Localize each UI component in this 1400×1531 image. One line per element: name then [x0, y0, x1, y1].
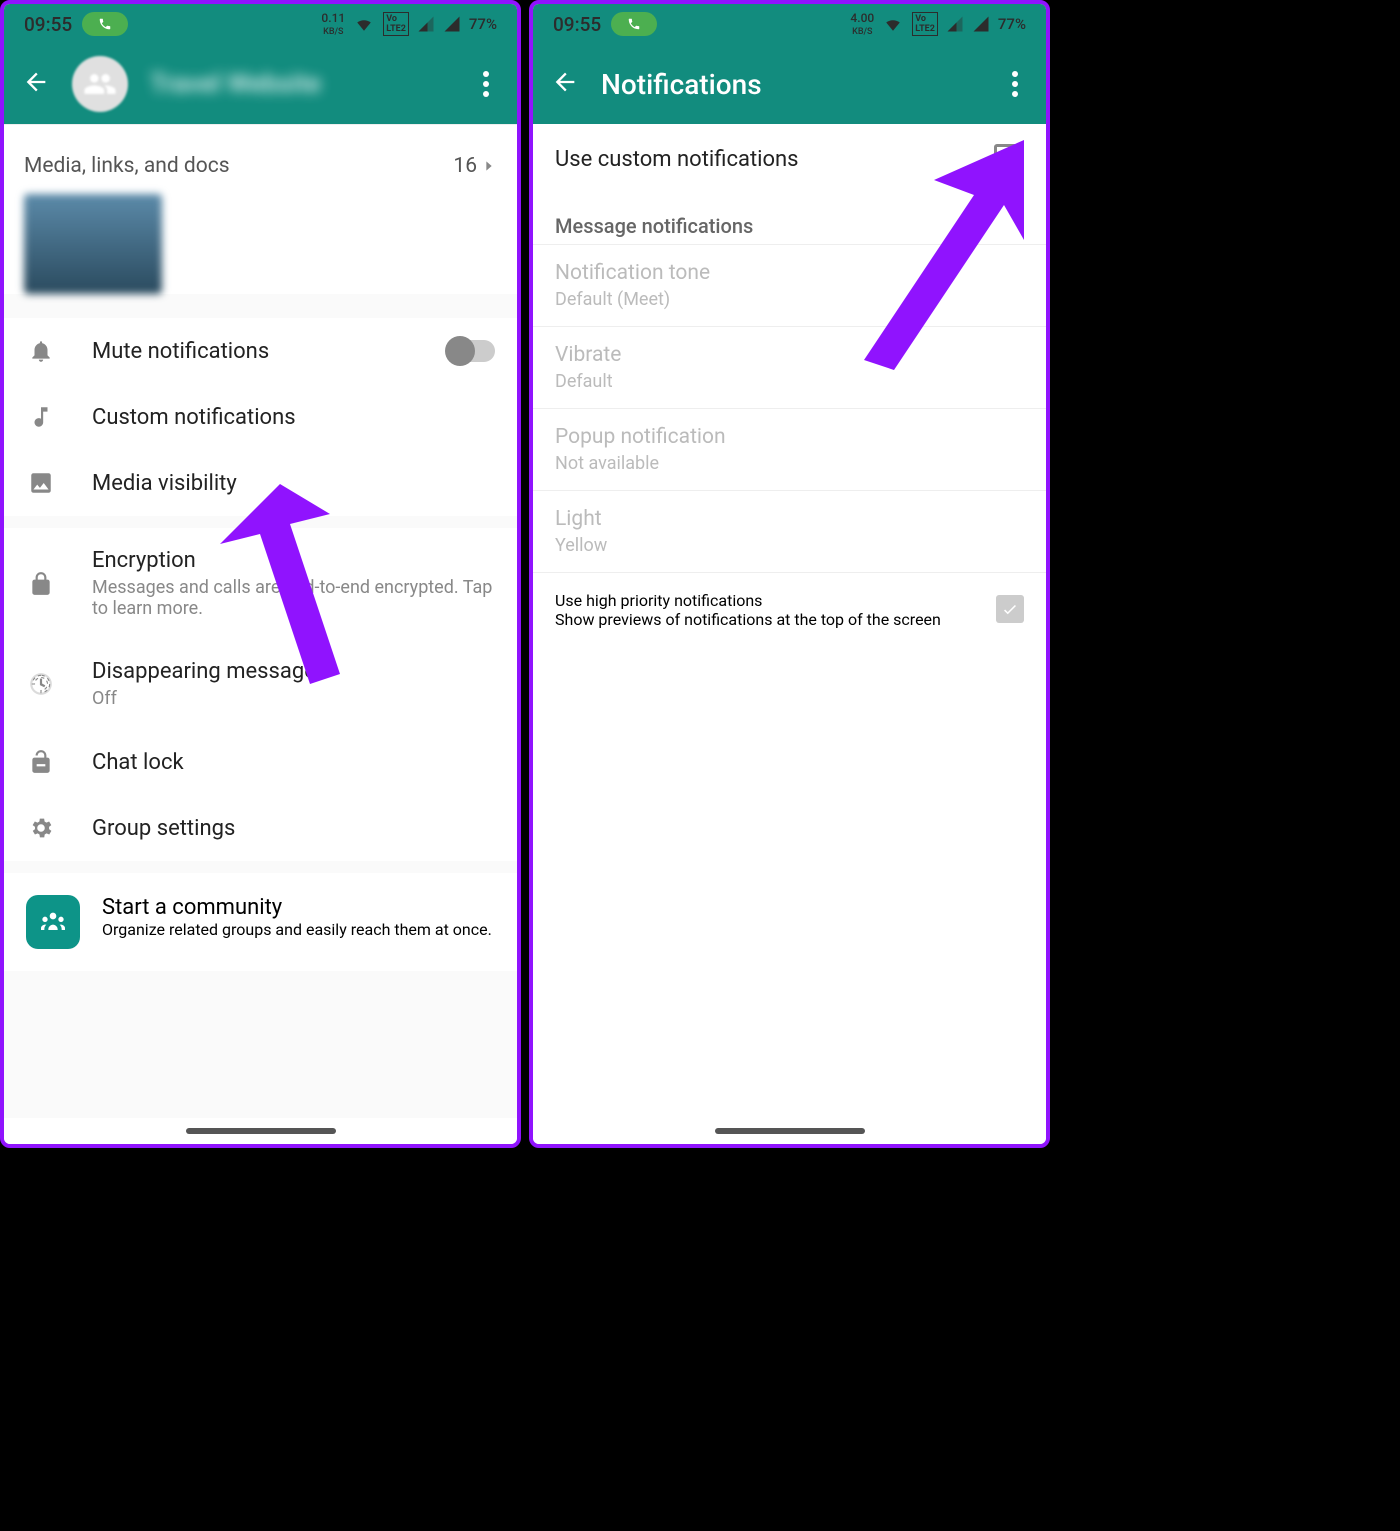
mute-toggle[interactable] [447, 340, 495, 362]
group-settings-row[interactable]: Group settings [4, 795, 517, 861]
battery-text: 77% [469, 15, 497, 33]
high-priority-row: Use high priority notifications Show pre… [533, 572, 1046, 647]
call-pill-icon [611, 12, 657, 36]
chevron-right-icon [481, 158, 497, 174]
lock-icon [26, 571, 56, 597]
page-title: Notifications [601, 68, 980, 101]
wifi-icon [353, 15, 375, 33]
signal-icon [417, 15, 435, 33]
status-bar: 09:55 0.11KB/S VoLTE2 77% [4, 4, 517, 44]
nav-pill[interactable] [186, 1128, 336, 1134]
phone-left: 09:55 0.11KB/S VoLTE2 77% Travel Website [0, 0, 521, 1148]
timer-icon [26, 671, 56, 697]
image-icon [26, 470, 56, 496]
media-thumbnail[interactable] [24, 194, 162, 294]
volte-icon: VoLTE2 [912, 12, 938, 36]
community-icon [26, 895, 80, 949]
nav-bar [533, 1118, 1046, 1144]
light-row: Light Yellow [533, 490, 1046, 572]
media-count: 16 [453, 154, 477, 178]
custom-notifications-row[interactable]: Custom notifications [4, 384, 517, 450]
status-time: 09:55 [553, 13, 601, 36]
phone-right: 09:55 4.00KB/S VoLTE2 77% Notifications … [529, 0, 1050, 1148]
group-avatar[interactable] [72, 56, 128, 112]
volte-icon: VoLTE2 [383, 12, 409, 36]
gear-icon [26, 815, 56, 841]
call-pill-icon [82, 12, 128, 36]
start-community-row[interactable]: Start a community Organize related group… [4, 873, 517, 971]
more-menu-button[interactable] [473, 71, 499, 97]
kbs-indicator: 0.11KB/S [321, 12, 345, 37]
chat-lock-row[interactable]: Chat lock [4, 729, 517, 795]
nav-pill[interactable] [715, 1128, 865, 1134]
chat-title[interactable]: Travel Website [150, 69, 451, 99]
chat-lock-icon [26, 749, 56, 775]
popup-notification-row: Popup notification Not available [533, 408, 1046, 490]
music-note-icon [26, 404, 56, 430]
app-bar: Notifications [533, 44, 1046, 124]
signal-icon [972, 15, 990, 33]
status-time: 09:55 [24, 13, 72, 36]
nav-bar [4, 1118, 517, 1144]
bell-icon [26, 338, 56, 364]
annotation-arrow [220, 484, 370, 684]
signal-icon [443, 15, 461, 33]
more-menu-button[interactable] [1002, 71, 1028, 97]
wifi-icon [882, 15, 904, 33]
high-priority-checkbox [996, 595, 1024, 623]
status-bar: 09:55 4.00KB/S VoLTE2 77% [533, 4, 1046, 44]
back-button[interactable] [22, 68, 50, 100]
back-button[interactable] [551, 68, 579, 100]
battery-text: 77% [998, 15, 1026, 33]
signal-icon [946, 15, 964, 33]
media-links-docs-row[interactable]: Media, links, and docs 16 [4, 136, 517, 186]
media-label: Media, links, and docs [24, 154, 230, 178]
kbs-indicator: 4.00KB/S [850, 12, 874, 37]
annotation-arrow [864, 140, 1034, 370]
app-bar: Travel Website [4, 44, 517, 124]
mute-notifications-row[interactable]: Mute notifications [4, 318, 517, 384]
